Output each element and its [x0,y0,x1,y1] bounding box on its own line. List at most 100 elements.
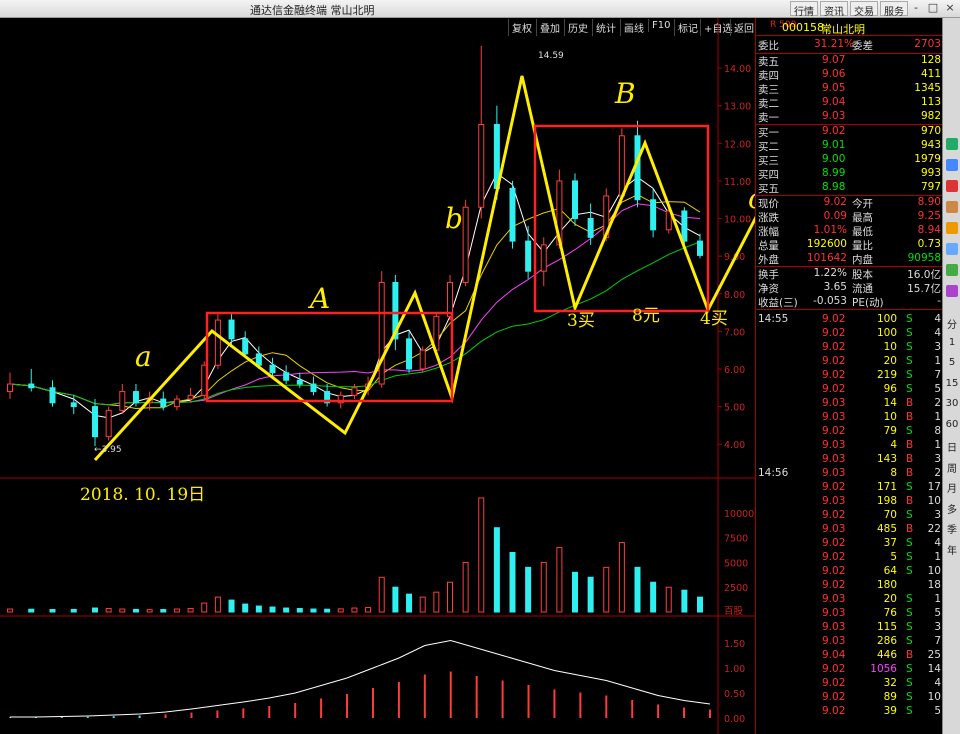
volume-bar [105,608,112,613]
stat-value: 8.90 [917,196,941,208]
period-button[interactable]: 周 [944,460,960,475]
menu-service[interactable]: 服务 [880,1,908,18]
tick-price: 9.02 [822,537,846,549]
tick-price: 9.03 [822,621,846,633]
fund-label: 收益(三) [758,297,798,309]
volume-bar [296,608,303,613]
fundamental-row: 净资 3.65 流通 15.7亿 [756,281,943,295]
tick-volume: 96 [883,383,897,395]
quote-stat-row: 总量 192600 量比 0.73 [756,238,943,252]
period-button[interactable]: 30 [944,398,960,409]
tick-count: 5 [934,607,941,619]
period-button[interactable]: 月 [944,480,960,495]
close-button[interactable]: × [942,1,958,16]
bid-row[interactable]: 买四 8.99 993 [756,167,943,181]
ask-row[interactable]: 卖三 9.05 1345 [756,82,943,96]
stock-code[interactable]: 000158 [782,21,824,34]
candle-body [650,199,657,231]
menu-quotes[interactable]: 行情 [790,1,818,18]
tool-icon[interactable] [946,138,958,150]
ask-row[interactable]: 卖四 9.06 411 [756,68,943,82]
ask-price: 9.07 [822,54,846,66]
tick-count: 14 [927,663,941,675]
volume-tick-label: 10000 [724,509,754,520]
period-button[interactable]: 15 [944,378,960,389]
tick-volume: 100 [876,313,897,325]
quote-stat-row: 现价 9.02 今开 8.90 [756,196,943,210]
period-button[interactable]: 日 [944,439,960,454]
bid-row[interactable]: 买一 9.02 970 [756,125,943,139]
tool-icon[interactable] [946,159,958,171]
tool-icon[interactable] [946,264,958,276]
kline-chart[interactable]: 14.0013.0012.0011.0010.009.008.007.006.0… [0,18,755,734]
stock-name[interactable]: 常山北明 [821,21,865,37]
ask-label: 卖三 [758,84,779,96]
tick-count: 4 [934,677,941,689]
tick-count: 22 [927,523,941,535]
candle-body [187,394,194,400]
period-button[interactable]: 年 [944,542,960,557]
tool-icon[interactable] [946,285,958,297]
volume-bar [509,552,516,613]
quote-panel: R 500 000158 常山北明 委比 31.21% 委差 2703 卖五 9.07 12… [755,18,943,734]
volume-bar [478,497,485,613]
candle-body [28,383,35,389]
wave-label: a [135,340,152,373]
volume-bar [525,566,532,613]
menu-news[interactable]: 资讯 [820,1,848,18]
tick-volume: 20 [883,355,897,367]
buy-point-label: 8元 [632,306,660,326]
period-button[interactable]: 季 [944,521,960,536]
tick-volume: 446 [876,649,897,661]
ask-volume: 411 [920,68,941,80]
fund-value: 15.7亿 [907,283,941,295]
volume-bar [493,527,500,613]
tool-icon[interactable] [946,222,958,234]
tick-side: S [906,635,913,647]
candle-body [697,240,703,256]
tick-count: 18 [927,579,941,591]
tick-side: B [906,523,914,535]
stat-label: 量比 [852,240,873,252]
tick-price: 9.03 [822,607,846,619]
volume-bar [49,609,56,613]
price-tick-label: 13.00 [724,102,751,113]
tick-count: 3 [934,621,941,633]
stat-label: 外盘 [758,254,779,266]
bid-price: 9.02 [822,125,846,137]
period-button[interactable]: 多 [944,501,960,516]
tick-side: S [906,509,913,521]
ask-row[interactable]: 卖一 9.03 982 [756,110,943,124]
period-button[interactable]: 5 [944,357,960,368]
candle-body [618,135,625,197]
tick-side: S [906,341,913,353]
maximize-button[interactable]: □ [925,1,941,16]
period-button[interactable]: 60 [944,419,960,430]
tick-row: 9.02 89 S 10 [756,691,943,705]
tick-side: S [906,593,913,605]
ask-price: 9.03 [822,110,846,122]
minimize-button[interactable]: - [908,1,924,16]
bid-row[interactable]: 买五 8.98 797 [756,181,943,195]
volume-bar [378,576,385,613]
tick-count: 10 [927,495,941,507]
tool-icon[interactable] [946,243,958,255]
tick-row: 14:56 9.03 8 B 2 [756,467,943,481]
tick-price: 9.03 [822,397,846,409]
bid-row[interactable]: 买二 9.01 943 [756,139,943,153]
tick-price: 9.02 [822,341,846,353]
volume-bar [337,608,344,613]
candle-body [70,402,77,408]
ask-row[interactable]: 卖五 9.07 128 [756,54,943,68]
tick-price: 9.02 [822,369,846,381]
candle-body [119,391,126,411]
tool-icon[interactable] [946,180,958,192]
bid-row[interactable]: 买三 9.00 1979 [756,153,943,167]
ask-row[interactable]: 卖二 9.04 113 [756,96,943,110]
tick-volume: 32 [883,677,897,689]
period-button[interactable]: 1 [944,337,960,348]
menu-trade[interactable]: 交易 [850,1,878,18]
period-button[interactable]: 分 [944,316,960,331]
tool-icon[interactable] [946,201,958,213]
ask-label: 卖一 [758,112,779,124]
